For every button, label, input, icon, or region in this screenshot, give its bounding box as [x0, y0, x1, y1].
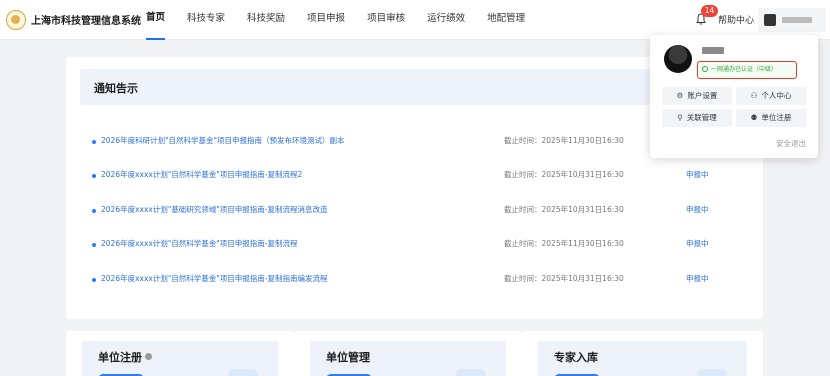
top-bar: 上海市科技管理信息系统 首页 科技专家 科技奖励 项目申报 项目审核 运行绩效 …: [0, 0, 830, 40]
card-title: 专家入库: [554, 351, 598, 364]
dropdown-avatar: [664, 45, 692, 73]
button-label: 关联管理: [686, 113, 717, 122]
card-unit-register[interactable]: 单位注册: [66, 331, 294, 376]
org-icon: ⚉: [750, 113, 758, 122]
nav-item-home[interactable]: 首页: [146, 0, 166, 40]
nav-item-project-review[interactable]: 项目审核: [367, 0, 405, 40]
notice-status: 申报中: [686, 239, 709, 248]
button-label: 单位注册: [761, 113, 792, 122]
nav-item-awards[interactable]: 科技奖励: [247, 0, 285, 40]
main-nav: 首页 科技专家 科技奖励 项目申报 项目审核 运行绩效 地配管理: [146, 0, 547, 40]
user-menu-trigger[interactable]: [758, 8, 826, 32]
user-dropdown: 一网通办已认证（中级） ⚙ 账户设置 ⚇ 个人中心 ⚲ 关联管理 ⚉ 单位注册 安全退出: [650, 35, 818, 158]
notice-row: 2026年度xxxx计划"基础研究领域"项目申报指南-复制流程消息改造 截止时间…: [92, 204, 752, 218]
card-title: 单位管理: [326, 351, 370, 364]
dropdown-user-name-redacted: [702, 47, 724, 54]
card-unit-manage[interactable]: 单位管理: [294, 331, 522, 376]
info-icon[interactable]: [145, 353, 152, 360]
notice-row: 2026年度xxxx计划"自然科学基金"项目申报指南-复制流程 截止时间：202…: [92, 238, 752, 252]
help-center-link[interactable]: 帮助中心: [718, 13, 754, 26]
notice-deadline: 截止时间：2025年10月31日16:30: [504, 205, 624, 214]
notification-badge: 14: [701, 5, 718, 17]
bullet-icon: [92, 278, 96, 282]
notice-row: 2026年度xxxx计划"自然科学基金"项目申报指南-复制指南编发流程 截止时间…: [92, 273, 752, 287]
notice-deadline: 截止时间：2025年11月30日16:30: [504, 136, 624, 145]
card-illustration: [456, 369, 486, 376]
logo-icon[interactable]: [6, 10, 26, 30]
association-manage-button[interactable]: ⚲ 关联管理: [662, 109, 732, 127]
card-expert-register[interactable]: 专家入库: [522, 331, 763, 376]
site-title[interactable]: 上海市科技管理信息系统: [31, 12, 141, 27]
nav-item-project-apply[interactable]: 项目申报: [307, 0, 345, 40]
card-inner: 单位管理: [310, 341, 506, 376]
button-label: 账户设置: [687, 91, 718, 100]
notice-deadline: 截止时间：2025年10月31日16:30: [504, 274, 624, 283]
user-name-redacted: [782, 17, 812, 23]
notice-link[interactable]: 2026年度xxxx计划"自然科学基金"项目申报指南-复制指南编发流程: [101, 273, 327, 284]
notice-deadline: 截止时间：2025年10月31日16:30: [504, 170, 624, 179]
check-circle-icon: [702, 66, 708, 72]
person-icon: ⚇: [750, 91, 758, 100]
bullet-icon: [92, 209, 96, 213]
nav-item-performance[interactable]: 运行绩效: [427, 0, 465, 40]
account-settings-button[interactable]: ⚙ 账户设置: [662, 87, 732, 105]
notice-status: 申报中: [686, 205, 709, 214]
notice-status: 申报中: [686, 170, 709, 179]
nav-item-experts[interactable]: 科技专家: [187, 0, 225, 40]
notice-link[interactable]: 2026年度xxxx计划"自然科学基金"项目申报指南-复制流程2: [101, 169, 302, 180]
notice-link[interactable]: 2026年度科研计划"自然科学基金"项目申报指南（预发布环境测试）副本: [101, 135, 345, 146]
personal-center-button[interactable]: ⚇ 个人中心: [736, 87, 806, 105]
link-icon: ⚲: [677, 113, 683, 122]
card-inner: 单位注册: [82, 341, 278, 376]
card-title: 单位注册: [98, 349, 152, 365]
bullet-icon: [92, 174, 96, 178]
certification-text: 一网通办已认证（中级）: [711, 66, 778, 73]
bullet-icon: [92, 140, 96, 144]
notice-link[interactable]: 2026年度xxxx计划"自然科学基金"项目申报指南-复制流程: [101, 238, 297, 249]
nav-item-config[interactable]: 地配管理: [487, 0, 525, 40]
card-title-text: 单位注册: [98, 351, 142, 364]
notice-deadline: 截止时间：2025年11月30日16:30: [504, 239, 624, 248]
certification-badge: 一网通办已认证（中级）: [697, 61, 797, 79]
notice-status: 申报中: [686, 274, 709, 283]
bullet-icon: [92, 243, 96, 247]
gear-icon: ⚙: [676, 91, 684, 100]
card-illustration: [697, 369, 727, 376]
notice-title: 通知告示: [94, 82, 138, 95]
button-label: 个人中心: [761, 91, 792, 100]
notice-row: 2026年度xxxx计划"自然科学基金"项目申报指南-复制流程2 截止时间：20…: [92, 169, 752, 183]
notice-link[interactable]: 2026年度xxxx计划"基础研究领域"项目申报指南-复制流程消息改造: [101, 204, 327, 215]
card-inner: 专家入库: [538, 341, 747, 376]
notice-header: 通知告示: [80, 69, 749, 105]
logout-link[interactable]: 安全退出: [776, 138, 806, 149]
card-illustration: [228, 369, 258, 376]
unit-register-button[interactable]: ⚉ 单位注册: [736, 109, 806, 127]
user-avatar: [764, 14, 776, 26]
